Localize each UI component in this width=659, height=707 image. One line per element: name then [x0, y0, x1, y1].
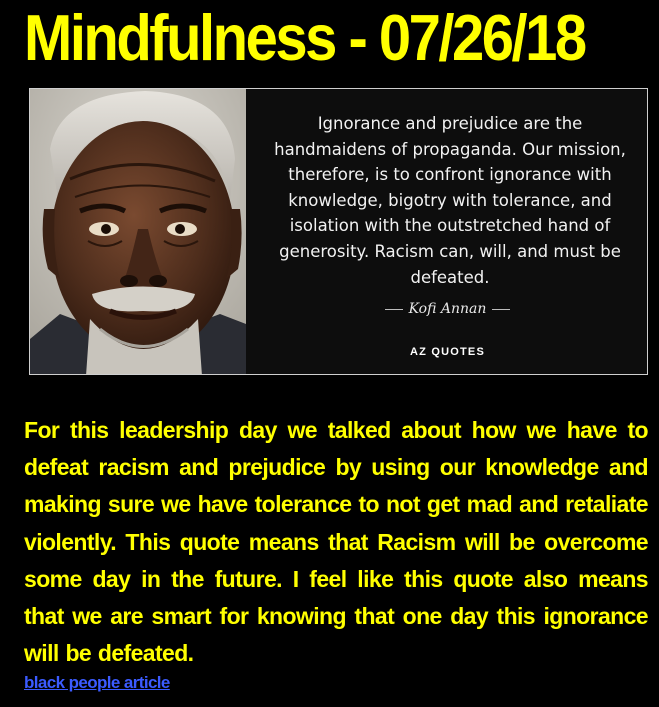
reflection-paragraph: For this leadership day we talked about …	[24, 417, 649, 667]
quote-image: Ignorance and prejudice are the handmaid…	[29, 88, 648, 375]
quote-panel: Ignorance and prejudice are the handmaid…	[246, 89, 647, 374]
page: Mindfulness - 07/26/18 Ignorance and pre…	[0, 0, 659, 707]
page-title: Mindfulness - 07/26/18	[24, 2, 587, 75]
quote-text: Ignorance and prejudice are the handmaid…	[274, 114, 626, 287]
quote-author-row: Kofi Annan	[246, 301, 647, 317]
article-link[interactable]: black people article	[24, 672, 170, 694]
brand-logo: AZ QUOTES	[410, 346, 485, 358]
quote-author: Kofi Annan	[408, 301, 487, 317]
divider	[492, 308, 511, 310]
divider	[384, 308, 403, 310]
portrait-photo	[30, 89, 246, 374]
